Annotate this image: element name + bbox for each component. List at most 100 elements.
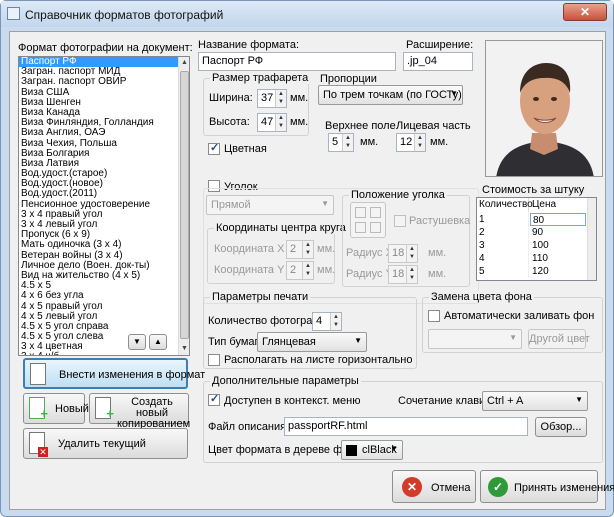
coord-y-label: Координата Y [214, 264, 285, 276]
price-value-cell[interactable]: 80 [530, 213, 586, 226]
stepper-arrows-icon[interactable]: ▲ ▼ [275, 114, 286, 131]
price-table[interactable]: Количество Цена 1 80 2 90 3 100 4 110 5 120 [476, 197, 597, 281]
height-stepper[interactable]: 47 ▲ ▼ [257, 113, 287, 132]
radius-y-stepper[interactable]: 18 ▲ ▼ [388, 265, 418, 284]
delete-format-button[interactable]: ✕ Удалить текущий [23, 428, 188, 459]
preview-photo [485, 40, 603, 177]
extension-input[interactable]: .jp_04 [403, 52, 473, 71]
coord-y-stepper[interactable]: 2 ▲ ▼ [286, 261, 314, 280]
width-unit: мм. [290, 92, 309, 104]
price-value-cell[interactable]: 100 [530, 239, 586, 252]
proportions-select[interactable]: По трем точкам (по ГОСТу) ▼ [318, 85, 463, 105]
corner-bottom-right[interactable] [370, 222, 381, 233]
format-name-label: Название формата: [198, 39, 300, 51]
bg-color-select[interactable]: ▼ [428, 329, 522, 349]
apply-changes-button[interactable]: Внести изменения в формат [23, 358, 205, 389]
desc-file-input[interactable]: passportRF.html [284, 417, 528, 436]
paper-type-select[interactable]: Глянцевая ▼ [257, 332, 367, 352]
hotkey-select[interactable]: Ctrl + A ▼ [482, 391, 588, 411]
coord-x-unit: мм. [317, 243, 336, 255]
stepper-arrows-icon[interactable]: ▲ ▼ [330, 313, 341, 330]
chevron-down-icon: ▼ [450, 89, 458, 98]
price-value-cell[interactable]: 110 [530, 252, 586, 265]
stepper-arrows-icon[interactable]: ▲ ▼ [406, 245, 417, 262]
corner-type-select[interactable]: Прямой ▼ [206, 195, 334, 215]
context-menu-checkbox[interactable] [208, 392, 220, 406]
chevron-down-icon: ▼ [321, 199, 329, 208]
horizontal-checkbox[interactable] [208, 354, 220, 366]
move-up-button[interactable]: ▲ [149, 334, 167, 350]
browse-button[interactable]: Обзор... [535, 417, 587, 437]
cancel-icon: ✕ [402, 477, 422, 497]
accept-button[interactable]: ✓ Принять изменения [480, 470, 614, 503]
auto-fill-label: Автоматически заливать фон [444, 310, 595, 322]
list-item[interactable]: Виза Англия, ОАЭ [19, 128, 189, 138]
proportions-label: Пропорции [320, 73, 377, 85]
width-stepper[interactable]: 37 ▲ ▼ [257, 89, 287, 108]
delete-format-label: Удалить текущий [58, 438, 146, 450]
photo-count-stepper[interactable]: 4 ▲ ▼ [312, 312, 342, 331]
list-item[interactable]: 3 x 4 ч/б [19, 352, 189, 355]
radius-x-stepper[interactable]: 18 ▲ ▼ [388, 244, 418, 263]
face-stepper[interactable]: 12 ▲ ▼ [396, 133, 426, 152]
accept-icon: ✓ [488, 477, 508, 497]
list-item[interactable]: 4 x 6 без угла [19, 291, 189, 301]
price-qty-cell[interactable]: 5 [477, 265, 529, 278]
format-name-input[interactable]: Паспорт РФ [198, 52, 396, 71]
price-qty-cell[interactable]: 3 [477, 239, 529, 252]
copy-format-label: Создать новый копированием [117, 396, 191, 430]
format-list-label: Формат фотографии на документ: [18, 42, 193, 54]
scroll-thumb[interactable] [180, 71, 189, 339]
coord-x-value: 2 [290, 243, 297, 255]
color-label: Цветная [224, 143, 267, 155]
price-qty-cell[interactable]: 4 [477, 252, 529, 265]
tree-color-select[interactable]: clBlack ▼ [341, 440, 403, 460]
photo-count-value: 4 [316, 315, 323, 327]
scroll-down-icon[interactable]: ▼ [179, 343, 189, 355]
stepper-arrows-icon[interactable]: ▲ ▼ [414, 134, 425, 151]
width-label: Ширина: [209, 92, 253, 104]
price-qty-cell[interactable]: 1 [477, 213, 529, 226]
copy-format-button[interactable]: + Создать новый копированием [89, 393, 190, 430]
height-unit: мм. [290, 116, 309, 128]
new-format-button[interactable]: + Новый [23, 393, 89, 424]
format-list-items: Паспорт РФ Загран. паспорт МИД Загран. пас… [19, 57, 189, 355]
price-value-cell[interactable]: 120 [530, 265, 586, 278]
coord-x-stepper[interactable]: 2 ▲ ▼ [286, 240, 314, 259]
price-value-cell[interactable]: 90 [530, 226, 586, 239]
radius-y-label: Радиус Y [346, 268, 393, 280]
color-checkbox[interactable] [208, 141, 220, 155]
corner-top-left[interactable] [355, 207, 366, 218]
chevron-down-icon: ▼ [390, 444, 398, 453]
new-doc-icon: + [29, 397, 48, 421]
scroll-up-icon[interactable]: ▲ [179, 57, 189, 69]
stepper-arrows-icon[interactable]: ▲ ▼ [342, 134, 353, 151]
top-margin-stepper[interactable]: 5 ▲ ▼ [328, 133, 354, 152]
price-scrollbar[interactable] [587, 198, 596, 280]
feather-checkbox[interactable] [394, 215, 406, 227]
move-down-button[interactable]: ▼ [128, 334, 146, 350]
apply-changes-label: Внести изменения в формат [59, 369, 206, 381]
chevron-down-icon: ▼ [575, 395, 583, 404]
corner-top-right[interactable] [370, 207, 381, 218]
copy-doc-icon: + [95, 397, 114, 421]
face-label: Лицевая часть [396, 120, 471, 132]
stepper-arrows-icon[interactable]: ▲ ▼ [302, 241, 313, 258]
cancel-button[interactable]: ✕ Отмена [392, 470, 476, 503]
stepper-arrows-icon[interactable]: ▲ ▼ [302, 262, 313, 279]
stepper-arrows-icon[interactable]: ▲ ▼ [406, 266, 417, 283]
corner-position-picker[interactable] [350, 202, 386, 238]
accept-label: Принять изменения [514, 482, 614, 494]
close-button[interactable]: ✕ [563, 3, 607, 21]
other-color-button[interactable]: Другой цвет [528, 329, 590, 349]
auto-fill-checkbox[interactable] [428, 310, 440, 322]
price-qty-cell[interactable]: 2 [477, 226, 529, 239]
list-scrollbar[interactable]: ▲ ▼ [178, 57, 189, 355]
app-icon [7, 7, 20, 20]
corner-position-title: Положение уголка [349, 189, 447, 201]
face-value: 12 [400, 136, 413, 148]
corner-bottom-left[interactable] [355, 222, 366, 233]
coord-y-value: 2 [290, 264, 297, 276]
stepper-arrows-icon[interactable]: ▲ ▼ [275, 90, 286, 107]
format-list[interactable]: Паспорт РФ Загран. паспорт МИД Загран. пас… [18, 56, 190, 356]
